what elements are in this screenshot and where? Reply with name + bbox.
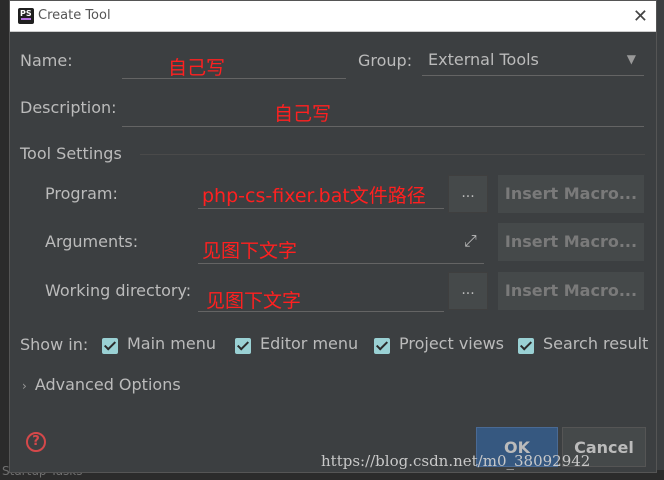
main-menu-checkbox[interactable] [102, 338, 118, 354]
create-tool-dialog: PS Create Tool ✕ Name: 自己写 Group: Extern… [9, 0, 657, 473]
arguments-input[interactable]: 见图下文字 [198, 236, 484, 264]
dialog-titlebar: PS Create Tool ✕ [10, 1, 656, 32]
watermark-text: https://blog.csdn.net/m0_38092942 [321, 452, 591, 470]
program-input[interactable]: php-cs-fixer.bat文件路径 [198, 181, 444, 209]
arguments-value: 见图下文字 [202, 240, 298, 262]
dialog-title: Create Tool [38, 8, 111, 23]
arguments-label: Arguments: [45, 232, 139, 251]
working-directory-input[interactable]: 见图下文字 [198, 284, 444, 312]
group-label: Group: [358, 51, 413, 70]
section-divider [140, 154, 645, 155]
expand-icon[interactable]: ⤢ [464, 231, 484, 251]
advanced-options-toggle[interactable]: › Advanced Options [22, 375, 181, 394]
dropdown-arrow-icon: ▼ [626, 52, 636, 66]
chevron-right-icon: › [22, 379, 27, 393]
program-label: Program: [45, 184, 118, 203]
phpstorm-app-icon: PS [18, 8, 34, 24]
project-views-checkbox[interactable] [374, 338, 390, 354]
arguments-insert-macro-button[interactable]: Insert Macro... [498, 223, 644, 261]
name-value: 自己写 [168, 57, 226, 79]
working-directory-insert-macro-button[interactable]: Insert Macro... [498, 272, 644, 310]
tool-settings-title: Tool Settings [20, 144, 122, 163]
working-directory-value: 见图下文字 [206, 290, 302, 312]
description-value: 自己写 [274, 103, 332, 125]
advanced-options-label: Advanced Options [34, 375, 181, 394]
help-icon[interactable]: ? [26, 432, 46, 452]
close-icon[interactable]: ✕ [633, 6, 648, 27]
show-in-label: Show in: [20, 335, 89, 354]
group-select[interactable]: External Tools ▼ [422, 46, 644, 76]
working-directory-browse-button[interactable]: ... [448, 272, 488, 310]
editor-menu-label: Editor menu [260, 334, 359, 353]
working-directory-label: Working directory: [45, 281, 192, 300]
search-result-checkbox[interactable] [518, 338, 534, 354]
name-input[interactable]: 自己写 [122, 51, 346, 79]
editor-menu-checkbox[interactable] [235, 338, 251, 354]
program-insert-macro-button[interactable]: Insert Macro... [498, 175, 644, 213]
description-label: Description: [20, 98, 117, 117]
program-value: php-cs-fixer.bat文件路径 [202, 185, 426, 207]
program-browse-button[interactable]: ... [448, 175, 488, 213]
description-input[interactable]: 自己写 [122, 99, 644, 127]
project-views-label: Project views [399, 334, 505, 353]
search-result-label: Search result [543, 334, 649, 353]
group-select-value: External Tools [428, 50, 539, 69]
name-label: Name: [20, 51, 73, 70]
main-menu-label: Main menu [127, 334, 216, 353]
